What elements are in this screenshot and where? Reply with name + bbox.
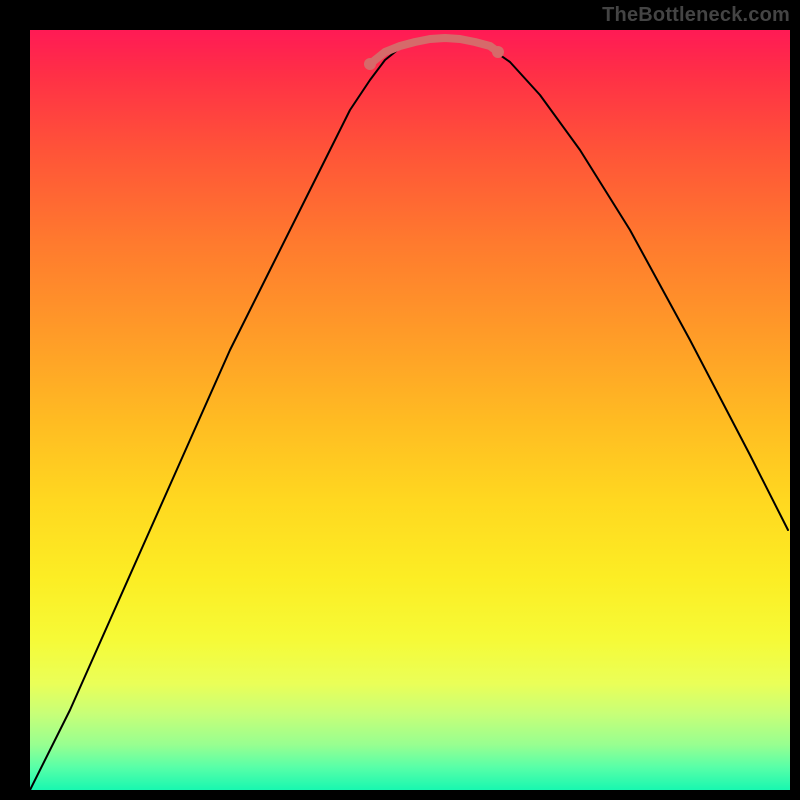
watermark-text: TheBottleneck.com [602, 4, 790, 27]
flat-marker-dot [364, 58, 376, 70]
chart-frame [30, 30, 790, 790]
flat-marker-line [370, 38, 498, 64]
bottleneck-curve-line [30, 38, 788, 790]
flat-marker-dot [492, 46, 504, 58]
chart-svg [30, 30, 790, 790]
